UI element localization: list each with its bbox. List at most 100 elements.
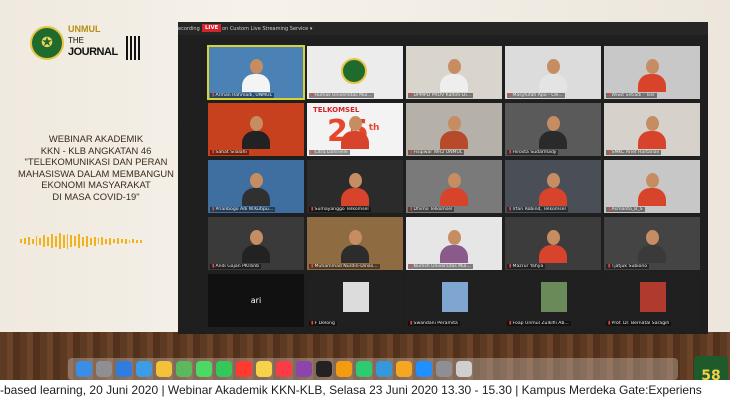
participant-video [341,171,369,206]
waveform-bar [97,238,100,244]
participant-tile[interactable]: ▮Tjatjuk Subiono [604,217,700,270]
waveform-bar [136,239,139,243]
mac-dock [68,358,678,380]
participant-name: ▮Nurlish Universitas Mul... [408,264,473,269]
settings-icon[interactable] [436,361,452,377]
waveform-bar [35,236,38,246]
participant-name: ▮Mazrur Yahya [507,264,546,269]
waveform-bar [140,239,142,243]
participant-video [341,228,369,263]
participant-name: ▮Citra Dahrielle [309,150,350,155]
participant-tile[interactable]: ▮DPMPD PROV Kaltim-Di... [406,46,502,99]
participant-tile[interactable]: TELKOMSEL25th▮Citra Dahrielle [307,103,403,156]
keynote-icon[interactable] [376,361,392,377]
participant-name-text: Mazrur Yahya [512,264,544,269]
facetime-icon[interactable] [216,361,232,377]
profile-photo [541,282,567,312]
waveform-bar [43,235,46,247]
participant-video [638,114,666,149]
finder-icon[interactable] [76,361,92,377]
participant-head [448,230,461,245]
participant-video [539,228,567,263]
title-line: "TELEKOMUNIKASI DAN PERAN [24,156,168,168]
participant-body [242,245,270,263]
participant-name: ▮Foap Unmul Zulkifli Ab... [507,321,571,326]
muted-mic-icon: ▮ [311,150,314,155]
pages-icon[interactable] [396,361,412,377]
mail-icon[interactable] [136,361,152,377]
participant-video [242,114,270,149]
participant-tile[interactable]: ▮Wiwit Setiadi - Tsel [604,46,700,99]
waveform-bar [39,237,42,245]
participant-tile[interactable]: ari [208,274,304,327]
participant-tile[interactable]: ▮F Delong [307,274,403,327]
participant-name: ▮Andi Gajan PKTbnb [210,264,262,269]
participant-tile[interactable]: ▮Nurlish Universitas Mul... [406,217,502,270]
participant-tile[interactable]: ▮Andi Gajan PKTbnb [208,217,304,270]
calendar-icon[interactable] [236,361,252,377]
muted-mic-icon: ▮ [509,264,512,269]
participant-tile[interactable]: ▮Prof. Dr. Bernatal Saragih [604,274,700,327]
participant-name-text: Irfan Robind, Telkomsel [512,207,566,212]
messages-icon[interactable] [196,361,212,377]
numbers-icon[interactable] [356,361,372,377]
participant-body [440,188,468,206]
participant-tile[interactable]: ▮Humas Universitas Mul... [307,46,403,99]
books-icon[interactable] [336,361,352,377]
participant-name: ▮Tjatjuk Subiono [606,264,650,269]
university-logo-icon [341,58,367,84]
participant-tile[interactable]: ▮SMKC Arief Hartanan [604,103,700,156]
muted-mic-icon: ▮ [608,150,611,155]
participant-name: ▮Masyfufah Apo - Cle... [507,93,565,98]
photos-icon[interactable] [156,361,172,377]
participant-tile[interactable]: ▮Sumayanggo Telkomsel [307,160,403,213]
muted-mic-icon: ▮ [509,321,512,326]
safari-icon[interactable] [116,361,132,377]
participant-tile[interactable]: ▮Fisipwar WR2 UNMUL [406,103,502,156]
stream-dropdown[interactable]: on Custom Live Streaming Service ▾ [222,26,312,32]
waveform-bar [70,235,73,247]
participant-name-text: SMKC Arief Hartanan [611,150,660,155]
maps-icon[interactable] [176,361,192,377]
participant-tile[interactable]: ▮Asmanto_B_S [604,160,700,213]
participant-tile[interactable]: ▮Prianbogo Adi W.Kutipu... [208,160,304,213]
participant-tile[interactable]: ▮Foap Unmul Zulkifli Ab... [505,274,601,327]
participant-tile[interactable]: ▮Sahat Silalahi [208,103,304,156]
participant-tile[interactable]: ▮Irfan Robind, Telkomsel [505,160,601,213]
participant-body [440,245,468,263]
muted-mic-icon: ▮ [608,264,611,269]
muted-mic-icon: ▮ [212,93,215,98]
participant-name-text: Sahat Silalahi [215,150,247,155]
podcasts-icon[interactable] [296,361,312,377]
participant-tile[interactable]: ▮Hirosta Sudarmadji [505,103,601,156]
live-badge[interactable]: LIVE [202,24,222,32]
muted-mic-icon: ▮ [410,264,413,269]
tv-icon[interactable] [316,361,332,377]
participant-head [349,230,362,245]
notes-icon[interactable] [256,361,272,377]
trash-icon[interactable] [456,361,472,377]
participant-tile[interactable]: ▮Muhammad Nurdin-Dinas... [307,217,403,270]
participant-body [638,74,666,92]
title-line: EKONOMI MASYARAKAT [41,179,151,191]
participant-name-text: Prianbogo Adi W.Kutipu... [215,207,274,212]
recording-label: ecording [178,26,200,32]
participant-body [242,74,270,92]
muted-mic-icon: ▮ [311,93,314,98]
participant-tile[interactable]: ▮Mazrur Yahya [505,217,601,270]
participant-name-text: Muhammad Nurdin-Dinas... [314,264,378,269]
logo-bars-icon [126,36,140,60]
participant-tile[interactable]: ▮Masyfufah Apo - Cle... [505,46,601,99]
launchpad-icon[interactable] [96,361,112,377]
participant-tile[interactable]: ▮Arman Rahmadi, UNMUL [207,45,305,100]
participant-name-text: Humas Universitas Mul... [314,93,372,98]
music-icon[interactable] [276,361,292,377]
muted-mic-icon: ▮ [212,150,215,155]
appstore-icon[interactable] [416,361,432,377]
muted-mic-icon: ▮ [410,321,413,326]
participant-tile[interactable]: ▮Swandani Peramita [406,274,502,327]
participant-tile[interactable]: ▮Dhimo Telkomsel [406,160,502,213]
participant-name: ▮Prianbogo Adi W.Kutipu... [210,207,276,212]
muted-mic-icon: ▮ [311,207,314,212]
waveform-bar [85,235,88,247]
